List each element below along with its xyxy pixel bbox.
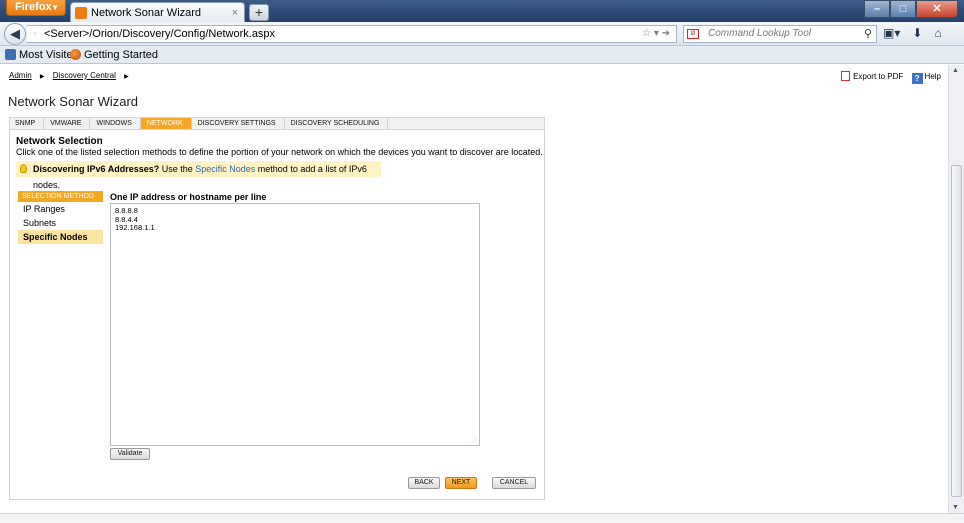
bookmark-folder-icon	[5, 49, 16, 60]
chevron-down-icon: ▼	[51, 3, 59, 12]
search-placeholder: Command Lookup Tool	[708, 28, 812, 39]
ip-list-label: One IP address or hostname per line	[110, 192, 267, 202]
hint-title: Discovering IPv6 Addresses?	[33, 164, 160, 174]
navigation-toolbar: ◀ ◦ <Server>/Orion/Discovery/Config/Netw…	[0, 22, 964, 46]
step-discovery-settings[interactable]: DISCOVERY SETTINGS	[192, 118, 285, 129]
search-icon[interactable]: ⚲	[864, 26, 872, 42]
search-engine-icon[interactable]: Ø	[687, 29, 699, 39]
back-button[interactable]: ◀	[4, 23, 26, 45]
method-ip-ranges[interactable]: IP Ranges	[18, 202, 103, 216]
help-icon: ?	[911, 73, 923, 84]
vertical-scrollbar[interactable]: ▲ ▼	[948, 65, 964, 513]
section-description: Click one of the listed selection method…	[16, 147, 543, 157]
bookmark-getting-started[interactable]: Getting Started	[70, 46, 158, 64]
validate-button[interactable]: Validate	[110, 448, 150, 460]
step-network[interactable]: NETWORK	[140, 118, 192, 129]
download-icon[interactable]: ⬇	[912, 26, 922, 40]
help-link[interactable]: Help	[925, 72, 941, 81]
url-go-icon[interactable]: ☆ ▾ ➔	[642, 26, 670, 42]
scrollbar-thumb[interactable]	[951, 165, 962, 497]
breadcrumb: Admin ▶ Discovery Central ▶	[9, 71, 135, 80]
page-title: Network Sonar Wizard	[8, 94, 139, 109]
hint-specific-nodes-link[interactable]: Specific Nodes	[195, 164, 255, 174]
wizard-cancel-button[interactable]: CANCEL	[492, 477, 536, 489]
selection-method-list: SELECTION METHOD IP Ranges Subnets Speci…	[18, 191, 103, 244]
home-icon[interactable]: ⌂	[934, 26, 941, 40]
export-pdf-link[interactable]: Export to PDF	[853, 72, 903, 81]
maximize-button[interactable]: □	[890, 0, 916, 18]
window-controls: – □ ✕	[864, 0, 958, 18]
identity-icon: ◦	[33, 28, 37, 40]
step-vmware[interactable]: VMWARE	[44, 118, 91, 129]
step-windows[interactable]: WINDOWS	[90, 118, 141, 129]
page-viewport: Admin ▶ Discovery Central ▶ Export to PD…	[0, 65, 948, 513]
toolbar-icons: ▣▾ ⬇ ⌂	[883, 26, 942, 40]
bookmark-most-visited[interactable]: Most Visited	[5, 46, 79, 64]
ipv6-hint: Discovering IPv6 Addresses? Use the Spec…	[16, 161, 381, 190]
step-snmp[interactable]: SNMP	[10, 118, 45, 129]
url-text: <Server>/Orion/Discovery/Config/Network.…	[43, 28, 276, 40]
method-specific-nodes[interactable]: Specific Nodes	[18, 230, 103, 244]
pdf-icon	[841, 71, 851, 81]
solarwinds-favicon-icon	[75, 7, 87, 19]
scroll-down-icon[interactable]: ▼	[952, 504, 959, 511]
bulb-icon	[20, 164, 27, 173]
hint-text-pre: Use the	[159, 164, 196, 174]
browser-titlebar: Firefox ▼ Network Sonar Wizard × + – □ ✕	[0, 0, 964, 23]
firefox-menu-button[interactable]: Firefox ▼	[6, 0, 66, 16]
scroll-up-icon[interactable]: ▲	[952, 67, 959, 74]
method-subnets[interactable]: Subnets	[18, 216, 103, 230]
breadcrumb-separator-icon: ▶	[39, 74, 45, 80]
step-discovery-scheduling[interactable]: DISCOVERY SCHEDULING	[285, 118, 389, 129]
search-bar[interactable]: Ø Command Lookup Tool ⚲	[683, 25, 877, 43]
browser-tab[interactable]: Network Sonar Wizard ×	[70, 2, 245, 23]
url-bar[interactable]: ◦ <Server>/Orion/Discovery/Config/Networ…	[27, 25, 677, 43]
resize-grip-icon[interactable]: ⋰	[471, 437, 477, 444]
network-selection-panel: Network Selection Click one of the liste…	[9, 130, 545, 500]
back-arrow-icon: ◀	[10, 26, 20, 41]
status-bar	[0, 513, 964, 523]
firefox-menu-label: Firefox	[15, 1, 52, 13]
minimize-button[interactable]: –	[864, 0, 890, 18]
wizard-next-button[interactable]: NEXT	[445, 477, 477, 489]
breadcrumb-discovery-central[interactable]: Discovery Central	[53, 71, 116, 80]
page-tools: Export to PDF ? Help	[841, 71, 941, 84]
selection-method-header: SELECTION METHOD	[18, 191, 103, 202]
breadcrumb-admin[interactable]: Admin	[9, 71, 32, 80]
bookmarks-toolbar: Most Visited Getting Started	[0, 46, 964, 64]
section-title: Network Selection	[16, 136, 103, 147]
wizard-steps: SNMP VMWARE WINDOWS NETWORK DISCOVERY SE…	[9, 117, 545, 130]
bookmark-label: Getting Started	[84, 49, 158, 61]
wizard-back-button[interactable]: BACK	[408, 477, 440, 489]
close-window-button[interactable]: ✕	[916, 0, 958, 18]
breadcrumb-separator-icon: ▶	[124, 74, 129, 80]
tab-title: Network Sonar Wizard	[91, 7, 202, 19]
bookmark-icon[interactable]: ▣▾	[883, 26, 900, 40]
tab-close-icon[interactable]: ×	[232, 3, 238, 23]
firefox-icon	[70, 49, 81, 60]
new-tab-button[interactable]: +	[249, 4, 269, 21]
ip-list-textarea[interactable]: 8.8.8.8 8.8.4.4 192.168.1.1	[110, 203, 480, 446]
